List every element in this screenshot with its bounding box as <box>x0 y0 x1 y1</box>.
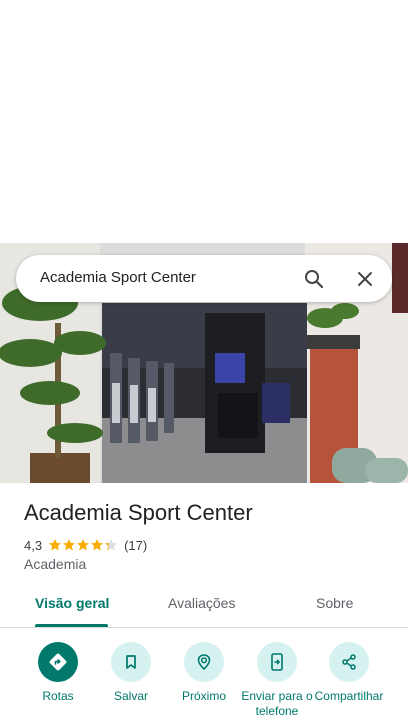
stars-icon <box>49 539 118 551</box>
review-count[interactable]: (17) <box>124 538 147 553</box>
search-query-text[interactable]: Academia Sport Center <box>40 269 196 286</box>
search-icon[interactable] <box>302 267 326 291</box>
tab-reviews[interactable]: Avaliações <box>168 595 235 611</box>
search-bar[interactable]: Academia Sport Center <box>16 255 392 302</box>
rating-row[interactable]: 4,3 (17) <box>24 536 147 554</box>
nearby-icon[interactable] <box>184 642 224 682</box>
close-icon[interactable] <box>353 267 377 291</box>
place-title: Academia Sport Center <box>24 500 253 525</box>
share-label: Compartilhar <box>314 689 384 703</box>
directions-icon[interactable] <box>38 642 78 682</box>
tabs-divider <box>0 627 408 628</box>
directions-button[interactable]: Rotas <box>22 642 94 704</box>
tab-overview[interactable]: Visão geral <box>35 595 109 611</box>
star-rating <box>48 538 118 552</box>
nearby-label: Próximo <box>181 689 226 703</box>
send-to-phone-label: Enviar para o telefone <box>241 689 313 718</box>
share-icon[interactable] <box>329 642 369 682</box>
send-to-phone-button[interactable]: Enviar para o telefone <box>241 642 313 719</box>
rating-value: 4,3 <box>24 537 43 553</box>
share-button[interactable]: Compartilhar <box>313 642 385 704</box>
bookmark-icon[interactable] <box>111 642 151 682</box>
place-category: Academia <box>24 556 87 572</box>
tab-about[interactable]: Sobre <box>316 595 353 611</box>
save-button[interactable]: Salvar <box>95 642 167 704</box>
nearby-button[interactable]: Próximo <box>168 642 240 704</box>
map-area-blank <box>0 0 408 243</box>
directions-label: Rotas <box>42 689 74 703</box>
send-to-phone-icon[interactable] <box>257 642 297 682</box>
save-label: Salvar <box>113 689 148 703</box>
